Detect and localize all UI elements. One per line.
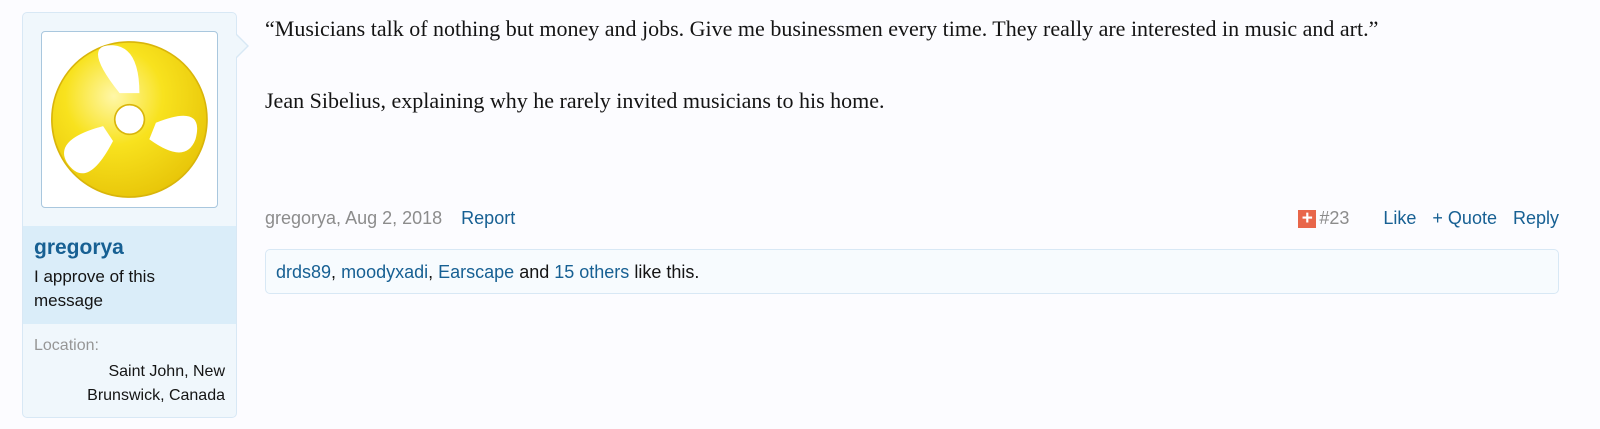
post-author-link[interactable]: gregorya xyxy=(265,208,336,228)
user-title: I approve of this message xyxy=(34,267,155,310)
quote-button[interactable]: + Quote xyxy=(1432,208,1497,229)
reply-button[interactable]: Reply xyxy=(1513,208,1559,229)
post-number-link[interactable]: #23 xyxy=(1319,208,1349,229)
post-meta: gregorya, Aug 2, 2018 Report xyxy=(265,208,515,229)
liker-link[interactable]: drds89 xyxy=(276,262,331,282)
likes-summary: drds89, moodyxadi, Earscape and 15 other… xyxy=(265,249,1559,294)
like-button[interactable]: Like xyxy=(1383,208,1416,229)
share-plus-icon[interactable]: + xyxy=(1298,209,1317,228)
location-value: Saint John, New Brunswick, Canada xyxy=(60,360,225,408)
message-arrow-inner xyxy=(235,34,247,58)
post-date-link[interactable]: Aug 2, 2018 xyxy=(345,208,442,228)
user-avatar[interactable] xyxy=(41,31,218,208)
liker-link[interactable]: moodyxadi xyxy=(341,262,428,282)
liker-link[interactable]: Earscape xyxy=(438,262,514,282)
message-paragraph: Jean Sibelius, explaining why he rarely … xyxy=(265,88,885,113)
likes-others-link[interactable]: 15 others xyxy=(554,262,629,282)
username-link[interactable]: gregorya xyxy=(34,236,124,260)
record-adapter-icon xyxy=(51,41,208,198)
message-body: “Musicians talk of nothing but money and… xyxy=(265,16,1565,114)
message-paragraph: “Musicians talk of nothing but money and… xyxy=(265,16,1379,41)
location-link[interactable]: Saint John, New Brunswick, Canada xyxy=(87,363,225,404)
comma-separator: , xyxy=(331,262,342,282)
report-link[interactable]: Report xyxy=(461,208,515,228)
post-actions: + #23 Like + Quote Reply xyxy=(1298,208,1559,229)
meta-separator: , xyxy=(336,208,346,228)
likes-suffix: like this. xyxy=(634,262,700,282)
comma-separator: , xyxy=(428,262,439,282)
likes-and-text: and xyxy=(519,262,550,282)
location-label: Location: xyxy=(34,337,99,354)
message: gregorya I approve of this message Locat… xyxy=(0,0,1600,429)
